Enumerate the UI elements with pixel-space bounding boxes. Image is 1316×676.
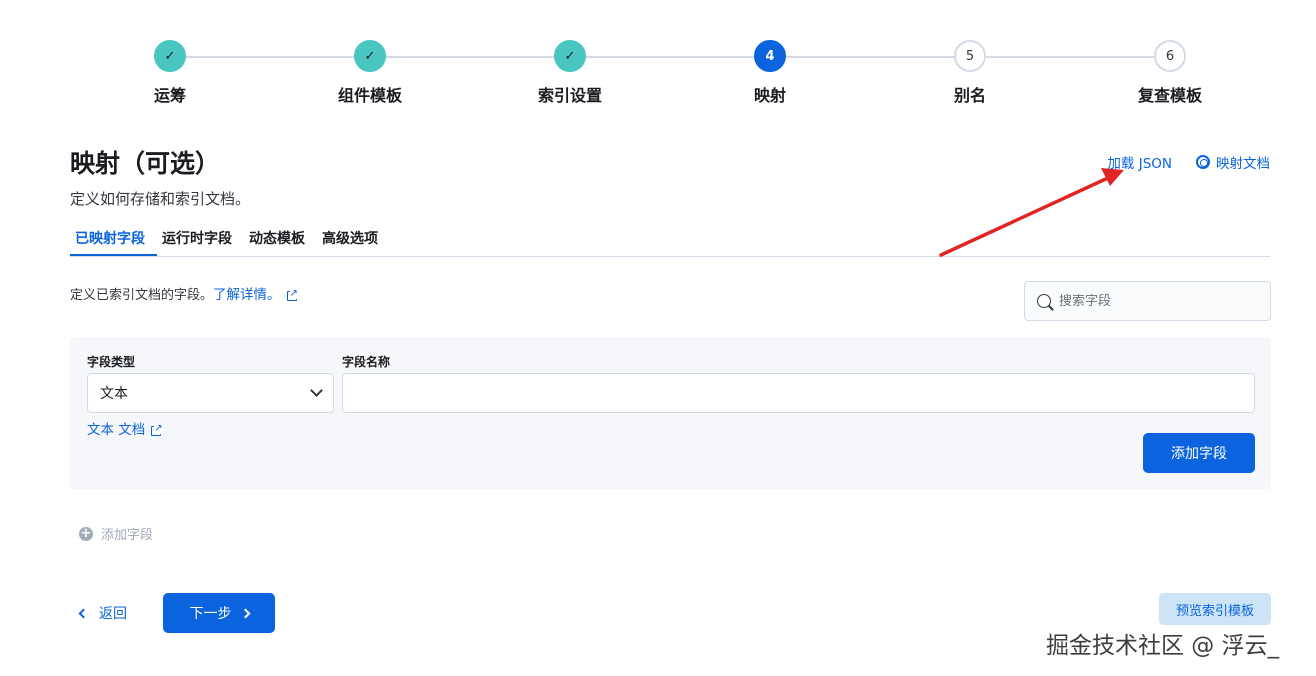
page-description: 定义如何存储和索引文档。 [70,190,251,208]
step-number: 5 [954,40,986,72]
chevron-down-icon [310,384,323,397]
step-number: 6 [1154,40,1186,72]
next-label: 下一步 [189,606,232,622]
page-title: 映射（可选） [70,149,221,178]
mapping-tabs: 已映射字段 运行时字段 动态模板 高级选项 [70,226,1270,257]
create-field-panel: 字段类型 字段名称 文本 文本 文档 添加字段 [70,337,1271,489]
add-field-label: 添加字段 [101,528,154,543]
external-link-icon [286,288,298,301]
step-2[interactable]: ✓ 组件模板 [270,40,470,106]
field-name-input[interactable] [342,373,1255,413]
back-label: 返回 [99,606,127,622]
field-type-select[interactable]: 文本 [87,373,334,413]
plus-circle-icon: + [79,525,93,541]
field-name-label: 字段名称 [342,355,391,369]
step-label: 映射 [753,86,786,105]
check-icon: ✓ [154,40,186,72]
tab-runtime-fields[interactable]: 运行时字段 [157,226,244,256]
external-link-icon [151,423,163,436]
step-4[interactable]: 4 映射 [670,40,870,106]
type-docs-link[interactable]: 文本 文档 [87,418,163,438]
watermark: 掘金技术社区 @ 浮云_ [1046,633,1280,659]
step-label: 组件模板 [337,86,402,105]
steps-indicator: ✓ 运筹 ✓ 组件模板 ✓ 索引设置 4 映射 5 别名 6 复查模板 [70,40,1270,110]
step-label: 索引设置 [537,86,602,105]
step-label: 别名 [953,86,986,105]
tab-advanced-options[interactable]: 高级选项 [317,226,390,256]
step-1[interactable]: ✓ 运筹 [70,40,270,106]
step-label: 复查模板 [1137,86,1202,105]
back-button[interactable]: 返回 [78,603,127,623]
intro-text: 定义已索引文档的字段。 [70,288,214,303]
step-3[interactable]: ✓ 索引设置 [470,40,670,106]
check-icon: ✓ [554,40,586,72]
tab-mapped-fields[interactable]: 已映射字段 [70,226,157,256]
search-input[interactable] [1059,293,1249,309]
preview-template-button[interactable]: 预览索引模板 [1159,593,1271,625]
step-label: 运筹 [153,86,186,105]
field-type-label: 字段类型 [87,355,136,369]
load-json-link[interactable]: 加载 JSON [1107,152,1172,172]
search-field-box[interactable] [1024,281,1271,321]
tab-dynamic-templates[interactable]: 动态模板 [244,226,317,256]
chevron-left-icon [78,608,89,618]
field-type-value: 文本 [100,386,128,402]
mapping-docs-label: 映射文档 [1216,156,1270,172]
fields-intro: 定义已索引文档的字段。了解详情。 [70,283,298,303]
learn-more-link[interactable]: 了解详情。 [213,283,281,303]
type-docs-label: 文本 文档 [87,422,146,438]
help-icon [1196,155,1210,169]
add-field-button[interactable]: 添加字段 [1143,433,1255,473]
next-step-button[interactable]: 下一步 [163,593,275,633]
chevron-right-icon [240,608,250,618]
check-icon: ✓ [354,40,386,72]
add-field-link[interactable]: + 添加字段 [79,524,153,543]
step-5[interactable]: 5 别名 [870,40,1070,106]
search-icon [1037,294,1051,308]
step-number: 4 [754,40,786,72]
step-6[interactable]: 6 复查模板 [1070,40,1270,106]
header-links: 加载 JSON 映射文档 [1107,152,1270,172]
mapping-docs-link[interactable]: 映射文档 [1196,152,1270,172]
